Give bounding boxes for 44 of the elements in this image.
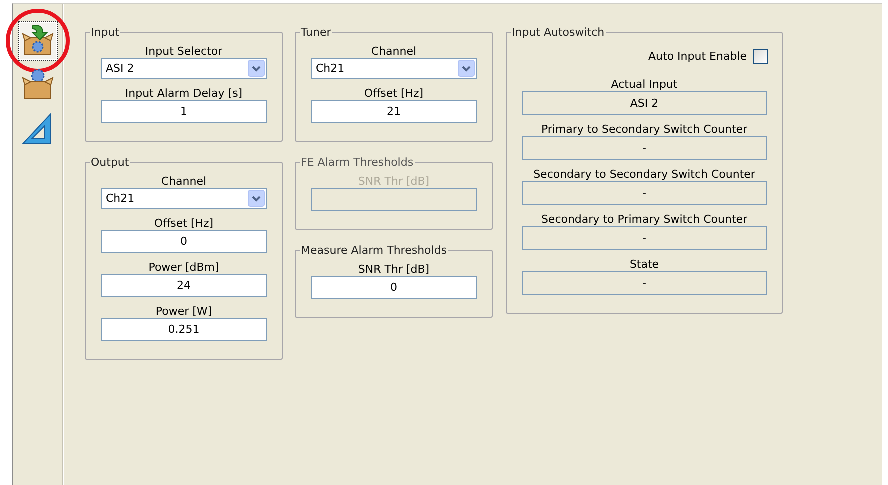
readonly-field: -: [522, 226, 767, 250]
readonly-field: -: [522, 271, 767, 295]
field-label: Power [dBm]: [148, 261, 220, 274]
field-label: State: [630, 258, 660, 271]
group-title: Output: [90, 156, 130, 169]
field-label: SNR Thr [dB]: [358, 175, 430, 188]
checkbox[interactable]: [753, 49, 768, 64]
field-label: Primary to Secondary Switch Counter: [541, 123, 748, 136]
group-title: Measure Alarm Thresholds: [300, 244, 448, 257]
readonly-field: -: [522, 181, 767, 205]
chevron-down-icon: [248, 60, 265, 77]
field-label: SNR Thr [dB]: [358, 263, 430, 276]
field-label: Power [W]: [156, 305, 212, 318]
input-field[interactable]: 24: [101, 274, 267, 297]
chevron-down-icon: [248, 190, 265, 207]
readonly-field: -: [522, 136, 767, 160]
dropdown[interactable]: ASI 2: [101, 58, 267, 79]
input-field[interactable]: 0: [101, 230, 267, 253]
input-field[interactable]: 0: [311, 276, 477, 299]
group-title: Input Autoswitch: [511, 26, 606, 39]
field-label: Input Selector: [145, 45, 223, 58]
input-field[interactable]: 1: [101, 100, 267, 123]
input-field[interactable]: 21: [311, 100, 477, 123]
dropdown[interactable]: Ch21: [311, 58, 477, 79]
field-label: Actual Input: [611, 78, 678, 91]
box-arrow-icon: [20, 24, 54, 58]
dropdown[interactable]: Ch21: [101, 188, 267, 209]
field-label: Channel: [371, 45, 417, 58]
field-label: Secondary to Secondary Switch Counter: [534, 168, 756, 181]
chevron-down-icon: [458, 60, 475, 77]
field-label: Offset [Hz]: [154, 217, 214, 230]
readonly-field: ASI 2: [522, 91, 767, 115]
input-field[interactable]: 0.251: [101, 318, 267, 341]
group-title: Input: [90, 26, 120, 39]
field-label: Offset [Hz]: [364, 87, 424, 100]
group-title: Tuner: [300, 26, 332, 39]
field-label: Secondary to Primary Switch Counter: [541, 213, 748, 226]
field-label: Input Alarm Delay [s]: [125, 87, 243, 100]
triangle-ruler-icon: [20, 112, 54, 146]
box-gear-icon: [20, 68, 54, 102]
sidebar-item[interactable]: [18, 21, 58, 61]
group-title: FE Alarm Thresholds: [300, 156, 415, 169]
field-label: Channel: [161, 175, 207, 188]
checkbox-label: Auto Input Enable: [648, 50, 747, 63]
